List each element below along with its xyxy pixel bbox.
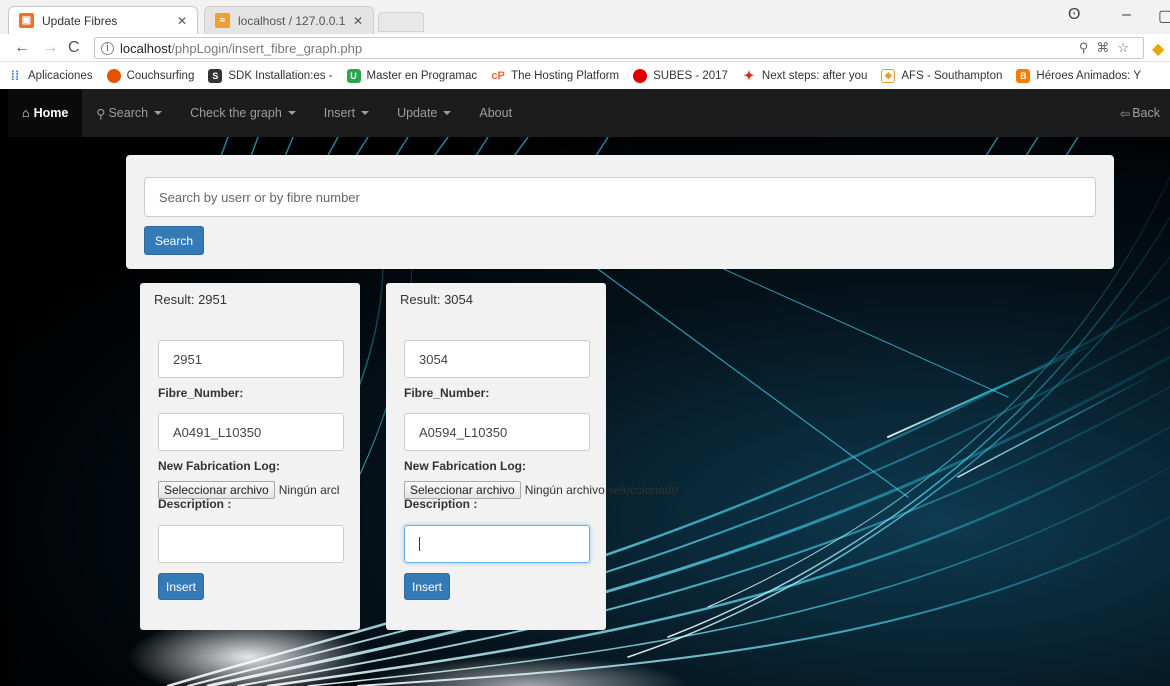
couchsurfing-icon [106, 68, 121, 83]
url-field[interactable]: i localhost/phpLogin/insert_fibre_graph.… [94, 37, 1144, 59]
new-tab-button[interactable] [378, 12, 424, 32]
address-bar: ← → C i localhost/phpLogin/insert_fibre_… [0, 34, 1170, 62]
bookmark-couchsurfing[interactable]: Couchsurfing [106, 68, 194, 83]
caret-down-icon [443, 111, 452, 115]
id-field[interactable]: 2951 [158, 340, 344, 378]
hosting-icon: cP [491, 69, 505, 82]
bookmark-subes[interactable]: SUBES - 2017 [633, 68, 728, 83]
description-label: Description : [404, 497, 478, 511]
text-cursor [419, 537, 420, 551]
bookmark-sdk[interactable]: S SDK Installation:es - [208, 68, 333, 83]
tab-close-icon[interactable]: ✕ [177, 14, 187, 28]
profile-icon[interactable]: ʘ [1068, 6, 1080, 24]
insert-button[interactable]: Insert [404, 573, 450, 600]
translate-icon[interactable]: ⌘ [1096, 40, 1117, 55]
tab-title: localhost / 127.0.0.1 / fib [238, 13, 347, 28]
maximize-icon[interactable]: ▢ [1158, 6, 1170, 26]
insert-button[interactable]: Insert [158, 573, 204, 600]
blogger-icon: B [1016, 68, 1031, 83]
result-card: Result: 2951 2951 Fibre_Number: A0491_L1… [140, 283, 360, 630]
search-icon: ⚲ [96, 106, 106, 121]
url-host: localhost [120, 40, 172, 56]
search-input[interactable] [144, 177, 1096, 217]
nav-search-dropdown[interactable]: ⚲ Search [82, 106, 176, 121]
fibre-number-field[interactable]: A0491_L10350 [158, 413, 344, 451]
maple-leaf-icon: ✦ [743, 67, 755, 83]
search-button[interactable]: Search [144, 226, 204, 255]
bookmark-star-icon[interactable]: ☆ [1117, 40, 1137, 55]
fibre-number-label: Fibre_Number: [158, 386, 244, 400]
reload-icon[interactable]: C [68, 39, 80, 57]
result-heading: Result: 3054 [400, 292, 473, 307]
description-field[interactable] [158, 525, 344, 563]
bookmark-aplicaciones[interactable]: ⁞⁞ Aplicaciones [8, 68, 93, 83]
result-heading: Result: 2951 [154, 292, 227, 307]
bookmark-next-steps[interactable]: ✦ Next steps: after you [742, 67, 867, 83]
nav-back-link[interactable]: ⇦ Back [1120, 106, 1160, 121]
browser-tab-strip: ▣ Update Fibres ✕ ≈ localhost / 127.0.0.… [0, 0, 1170, 34]
site-navbar: ⌂ Home ⚲ Search Check the graph Insert Upd… [8, 89, 1170, 137]
bookmarks-bar: ⁞⁞ Aplicaciones Couchsurfing S SDK Install… [0, 62, 1170, 89]
tab-phpmyadmin[interactable]: ≈ localhost / 127.0.0.1 / fib ✕ [204, 6, 374, 34]
udemy-icon: U [346, 68, 361, 83]
phpmyadmin-favicon-icon: ≈ [215, 13, 230, 28]
nav-insert-dropdown[interactable]: Insert [310, 106, 383, 120]
nav-update-dropdown[interactable]: Update [383, 106, 465, 120]
bookmark-afs[interactable]: ◈ AFS - Southampton [881, 68, 1002, 83]
result-card: Result: 3054 3054 Fibre_Number: A0594_L1… [386, 283, 678, 630]
afs-icon: ◈ [881, 68, 896, 83]
fabrication-log-label: New Fabrication Log: [158, 459, 281, 473]
caret-down-icon [287, 111, 296, 115]
caret-down-icon [361, 111, 370, 115]
bookmark-master[interactable]: U Master en Programac [346, 68, 477, 83]
logout-icon: ⇦ [1119, 106, 1131, 121]
file-status: Ningún archivo seleccionado [524, 483, 679, 497]
tab-update-fibres[interactable]: ▣ Update Fibres ✕ [8, 6, 198, 34]
back-arrow-icon[interactable]: ← [14, 39, 30, 57]
home-icon: ⌂ [22, 106, 30, 120]
red-dot-icon [633, 68, 648, 83]
fabrication-log-label: New Fabrication Log: [404, 459, 527, 473]
description-field[interactable] [404, 525, 590, 563]
extension-icon[interactable]: ◆ [1152, 39, 1164, 59]
tab-title: Update Fibres [42, 13, 118, 28]
search-panel: Search [126, 155, 1114, 269]
bookmark-hosting[interactable]: cP The Hosting Platform [491, 69, 619, 83]
caret-down-icon [154, 111, 163, 115]
info-icon[interactable]: i [101, 41, 114, 55]
minimize-icon[interactable]: – [1122, 6, 1131, 24]
description-label: Description : [158, 497, 232, 511]
file-status: Ningún archivo seleccionado [278, 483, 339, 497]
id-field[interactable]: 3054 [404, 340, 590, 378]
zoom-icon[interactable]: ⚲ [1079, 40, 1097, 55]
url-path: /phpLogin/insert_fibre_graph.php [171, 40, 363, 56]
omnibox-actions: ⚲⌘☆ [1079, 40, 1137, 56]
bookmark-heroes[interactable]: B Héroes Animados: Y [1016, 68, 1141, 83]
fibre-number-field[interactable]: A0594_L10350 [404, 413, 590, 451]
sdk-icon: S [208, 68, 223, 83]
nav-home-link[interactable]: ⌂ Home [8, 89, 83, 137]
fibre-number-label: Fibre_Number: [404, 386, 490, 400]
forward-arrow-icon[interactable]: → [42, 39, 58, 57]
tab-close-icon[interactable]: ✕ [353, 14, 363, 28]
page-favicon-icon: ▣ [19, 13, 34, 28]
nav-check-graph-dropdown[interactable]: Check the graph [176, 106, 310, 120]
nav-about-link[interactable]: About [465, 106, 526, 120]
apps-grid-icon: ⁞⁞ [10, 68, 20, 83]
